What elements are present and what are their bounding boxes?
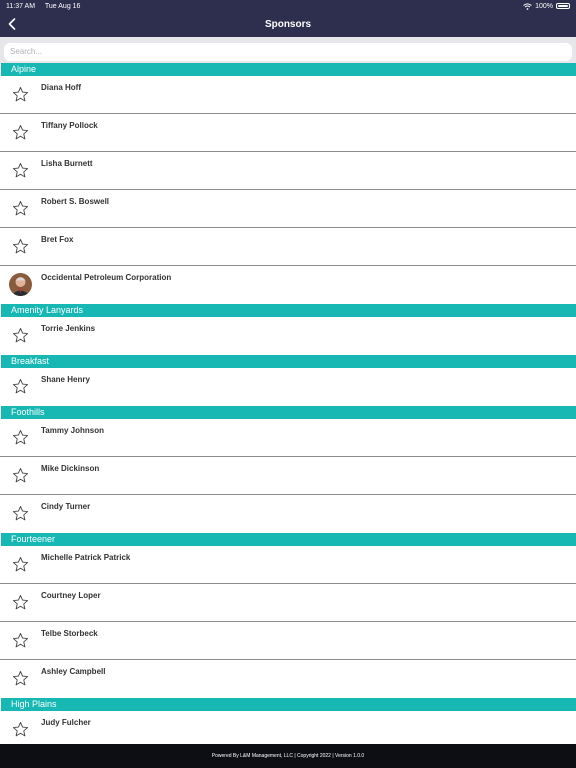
list-item[interactable]: Tammy Johnson (0, 419, 576, 457)
sponsor-name: Ashley Campbell (41, 667, 106, 676)
star-icon[interactable] (12, 327, 29, 344)
list-item[interactable]: Torrie Jenkins (0, 317, 576, 355)
list-item[interactable]: Robert S. Boswell (0, 190, 576, 228)
star-icon[interactable] (12, 594, 29, 611)
battery-percent: 100% (535, 2, 553, 10)
star-icon[interactable] (12, 632, 29, 649)
list-item[interactable]: Shane Henry (0, 368, 576, 406)
list-item[interactable]: Courtney Loper (0, 584, 576, 622)
list-item[interactable]: Cindy Turner (0, 495, 576, 533)
section-group: Judy Fulcher (0, 711, 576, 744)
star-icon[interactable] (12, 124, 29, 141)
sponsor-name: Robert S. Boswell (41, 197, 110, 206)
star-icon[interactable] (12, 238, 29, 255)
sponsor-name: Shane Henry (41, 375, 90, 384)
back-button[interactable] (4, 16, 20, 32)
list-item[interactable]: Occidental Petroleum Corporation (0, 266, 576, 304)
status-left: 11:37 AM Tue Aug 16 (6, 3, 88, 10)
status-time: 11:37 AM (6, 2, 36, 10)
list-item[interactable]: Michelle Patrick Patrick (0, 546, 576, 584)
status-right: 100% (523, 3, 570, 10)
sponsor-list[interactable]: Alpine Diana Hoff Tiffany Pollock Lisha Bur… (0, 63, 576, 744)
star-icon[interactable] (12, 429, 29, 446)
footer: Powered By L&M Management, LLC | Copyrig… (0, 744, 576, 768)
list-item[interactable]: Telbe Storbeck (0, 622, 576, 660)
section-group: Diana Hoff Tiffany Pollock Lisha Burnett Ro… (0, 76, 576, 304)
battery-icon (556, 3, 570, 9)
list-item[interactable]: Judy Fulcher (0, 711, 576, 744)
status-bar: 11:37 AM Tue Aug 16 100% (0, 0, 576, 12)
star-icon[interactable] (12, 505, 29, 522)
sponsor-name: Michelle Patrick Patrick (41, 553, 131, 562)
section-group: Torrie Jenkins (0, 317, 576, 355)
sponsor-name: Occidental Petroleum Corporation (41, 273, 172, 282)
section-header: Foothills (1, 406, 576, 419)
list-item[interactable]: Diana Hoff (0, 76, 576, 114)
nav-bar: Sponsors (0, 12, 576, 37)
sponsor-name: Courtney Loper (41, 591, 101, 600)
section-group: Tammy Johnson Mike Dickinson Cindy Turner (0, 419, 576, 533)
star-icon[interactable] (12, 670, 29, 687)
star-icon[interactable] (12, 721, 29, 738)
star-icon[interactable] (12, 378, 29, 395)
chevron-left-icon (8, 18, 16, 30)
star-icon[interactable] (12, 556, 29, 573)
section-header: High Plains (1, 698, 576, 711)
sponsor-name: Tammy Johnson (41, 426, 104, 435)
sponsor-name: Telbe Storbeck (41, 629, 98, 638)
section-header: Breakfast (1, 355, 576, 368)
star-icon[interactable] (12, 162, 29, 179)
star-icon[interactable] (12, 86, 29, 103)
search-input[interactable] (4, 42, 572, 61)
section-header: Amenity Lanyards (1, 304, 576, 317)
star-icon[interactable] (12, 467, 29, 484)
page-title: Sponsors (264, 19, 312, 30)
wifi-icon (523, 2, 532, 10)
search-bar (0, 37, 576, 63)
star-icon[interactable] (12, 200, 29, 217)
list-item[interactable]: Bret Fox (0, 228, 576, 266)
status-date: Tue Aug 16 (44, 2, 81, 10)
section-group: Shane Henry (0, 368, 576, 406)
sponsor-name: Cindy Turner (41, 502, 91, 511)
section-header: Alpine (1, 63, 576, 76)
sponsor-name: Diana Hoff (41, 83, 81, 92)
section-group: Michelle Patrick Patrick Courtney Loper Te… (0, 546, 576, 698)
list-item[interactable]: Mike Dickinson (0, 457, 576, 495)
sponsor-name: Bret Fox (41, 235, 74, 244)
sponsor-name: Judy Fulcher (41, 718, 91, 727)
sponsor-name: Mike Dickinson (41, 464, 100, 473)
avatar (9, 273, 32, 296)
sponsor-name: Lisha Burnett (41, 159, 93, 168)
list-item[interactable]: Tiffany Pollock (0, 114, 576, 152)
list-item[interactable]: Ashley Campbell (0, 660, 576, 698)
list-item[interactable]: Lisha Burnett (0, 152, 576, 190)
sponsor-name: Torrie Jenkins (41, 324, 96, 333)
sponsor-name: Tiffany Pollock (41, 121, 98, 130)
section-header: Fourteener (1, 533, 576, 546)
